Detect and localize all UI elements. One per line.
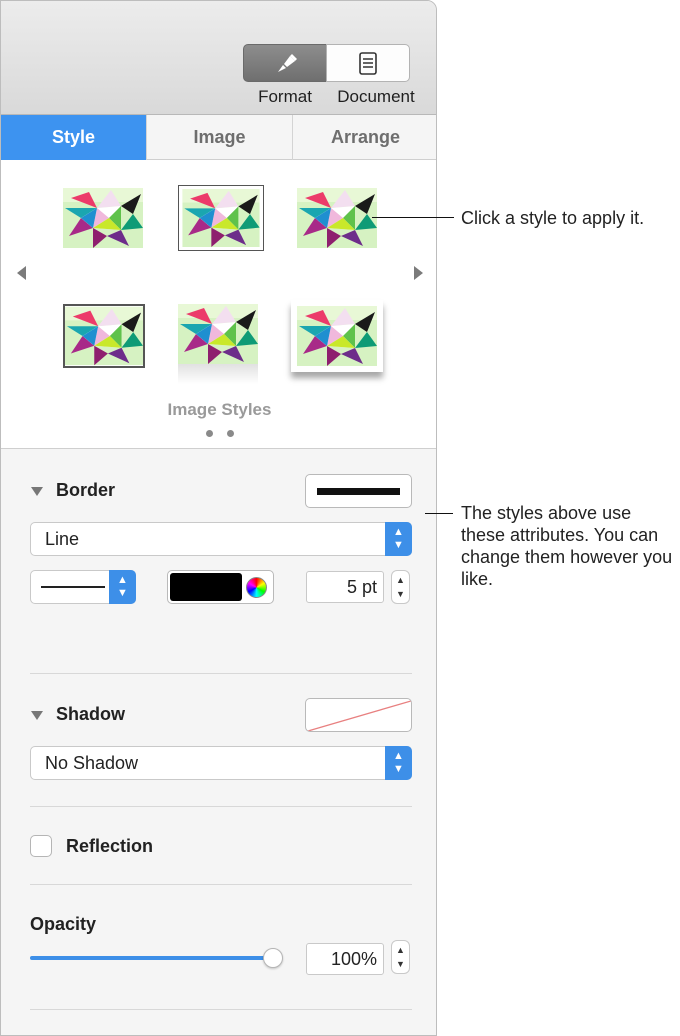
tab-style[interactable]: Style [1,115,147,160]
document-icon [359,52,377,75]
tab-arrange[interactable]: Arrange [293,115,436,160]
document-button-label: Document [337,87,415,106]
next-page-arrow-icon[interactable] [414,266,423,280]
border-width-stepper[interactable]: ▲ ▼ [391,570,410,604]
image-style-thumbnail[interactable] [63,304,145,368]
inspector-tabs: Style Image Arrange [1,115,436,160]
image-style-thumbnail[interactable] [291,300,383,372]
border-line-preview [317,488,400,495]
line-sample [41,586,105,588]
gallery-title: Image Styles [167,400,272,419]
image-style-thumbnail[interactable] [63,188,143,248]
image-styles-gallery: Image Styles [1,160,436,449]
shadow-section-title: Shadow [56,704,126,724]
shadow-type-popup[interactable]: No Shadow ▲ ▼ [30,746,412,780]
inspector-toolbar: Format Document [1,1,436,115]
document-button[interactable] [326,44,410,82]
border-section-title: Border [56,480,116,500]
shadow-disclosure-triangle-icon[interactable] [31,711,43,720]
image-style-thumbnail[interactable] [297,188,377,248]
callout-line-attributes [425,513,453,514]
callout-attributes-text: The styles above use these attributes. Y… [461,503,673,589]
previous-page-arrow-icon[interactable] [17,266,26,280]
page-indicator-dot[interactable] [206,430,213,437]
image-style-thumbnail-selected[interactable] [178,185,264,251]
section-divider [30,806,412,807]
opacity-slider-track[interactable] [30,956,274,960]
color-wheel-icon[interactable] [246,577,267,598]
page-indicator-dot[interactable] [227,430,234,437]
opacity-section-title: Opacity [30,914,97,934]
format-button-label: Format [258,87,312,106]
image-style-thumbnail[interactable] [178,304,258,384]
chevron-updown-icon: ▲ ▼ [385,522,412,556]
section-divider [30,1009,412,1010]
border-color-swatch [170,573,242,601]
section-divider [30,884,412,885]
opacity-field[interactable]: 100% [306,943,384,975]
callout-styles-text: Click a style to apply it. [461,208,645,228]
reflection-checkbox[interactable] [30,835,52,857]
chevron-updown-icon: ▲ ▼ [109,570,136,604]
opacity-slider-knob[interactable] [263,948,283,968]
border-width-field[interactable]: 5 pt [306,571,384,603]
border-preset-swatch[interactable] [305,474,412,508]
no-shadow-slash-icon [307,700,411,731]
line-style-popup[interactable]: ▲ ▼ [30,570,136,604]
reflection-label: Reflection [66,836,154,856]
chevron-updown-icon: ▲ ▼ [385,746,412,780]
shadow-type-value: No Shadow [45,753,139,773]
opacity-stepper[interactable]: ▲ ▼ [391,940,410,974]
section-divider [30,673,412,674]
format-inspector-panel: Format Document Style Image Arrange Imag… [0,0,437,1036]
paintbrush-icon [278,54,297,72]
tab-image[interactable]: Image [147,115,293,160]
reflection-effect [178,364,258,384]
border-disclosure-triangle-icon[interactable] [31,487,43,496]
shadow-preset-swatch[interactable] [305,698,412,732]
border-type-value: Line [45,529,80,549]
callout-line-styles [372,217,454,218]
border-type-popup[interactable]: Line ▲ ▼ [30,522,412,556]
format-button[interactable] [243,44,327,82]
border-color-well[interactable] [167,570,274,604]
